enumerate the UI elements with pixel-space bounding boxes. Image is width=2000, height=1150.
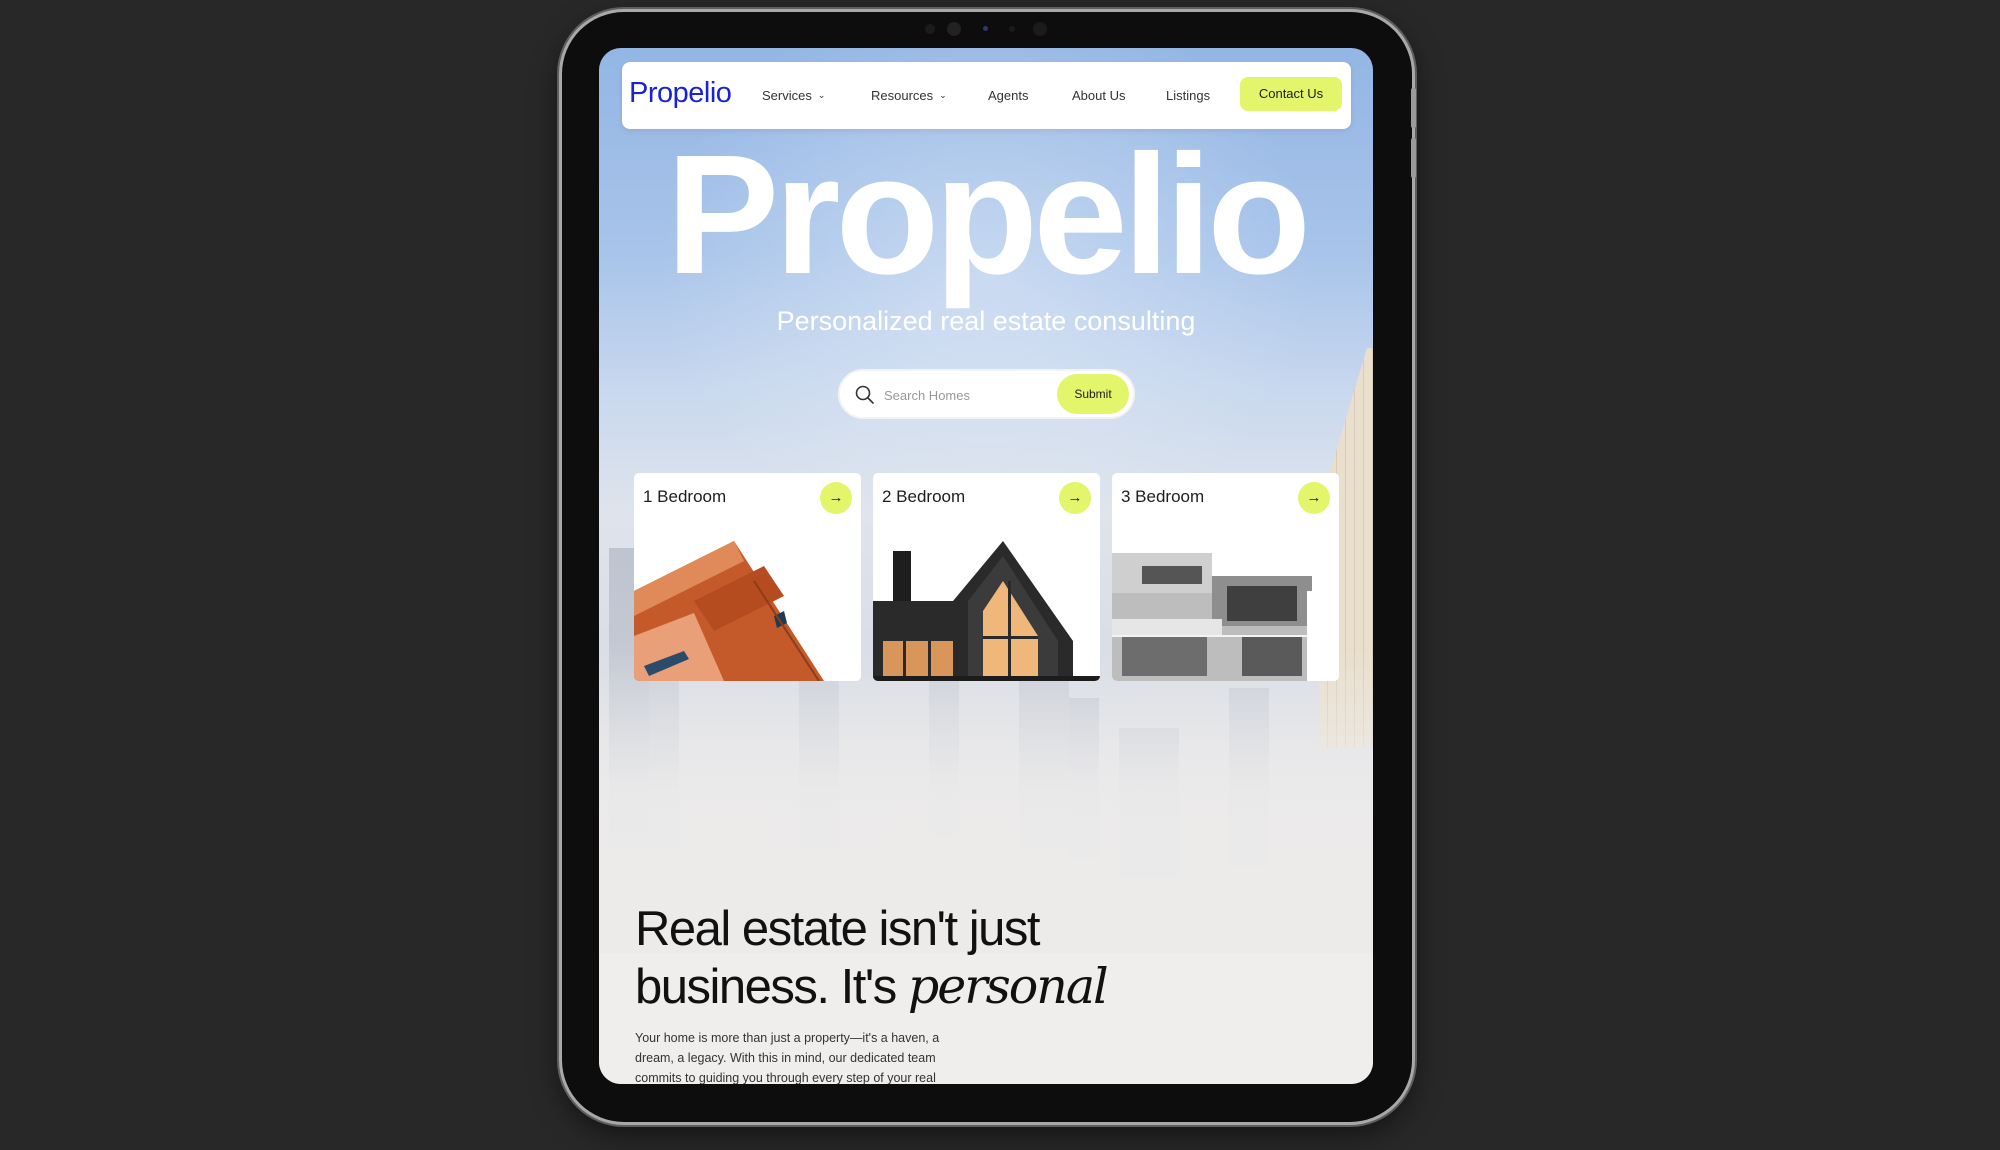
orange-building-image: [634, 541, 861, 681]
nav-item-label: Services: [762, 88, 812, 103]
heading-emphasis: personal: [907, 958, 1109, 1015]
arrow-right-icon[interactable]: →: [1059, 482, 1091, 514]
top-navbar: Propelio Services ⌄ Resources ⌄ Agents Abo…: [622, 62, 1351, 129]
heading-text: business. It's: [635, 960, 908, 1014]
camera-sensor: [1033, 22, 1047, 36]
nav-item-about-us[interactable]: About Us: [1072, 88, 1125, 103]
card-label: 2 Bedroom: [882, 487, 966, 506]
nav-item-label: Listings: [1166, 88, 1211, 103]
nav-item-label: Agents: [988, 88, 1029, 103]
search-icon: [855, 385, 874, 404]
cabin-house-image: [873, 541, 1100, 681]
section-heading: Real estate isn't just business. It's pe…: [635, 900, 1109, 1016]
heading-line-2: business. It's personal: [635, 958, 1109, 1016]
volume-button-bottom: [1411, 138, 1416, 178]
section-paragraph: Your home is more than just a property—i…: [635, 1031, 940, 1084]
nav-item-label: Resources: [871, 88, 934, 103]
volume-button-top: [1411, 88, 1416, 128]
camera-sensor: [925, 24, 935, 34]
search-bar: Submit: [838, 369, 1135, 419]
site-logo[interactable]: Propelio: [629, 77, 732, 110]
heading-line-1: Real estate isn't just: [635, 902, 1040, 956]
bedroom-card-3[interactable]: 3 Bedroom →: [1112, 473, 1339, 681]
chevron-down-icon: ⌄: [939, 90, 947, 100]
nav-item-listings[interactable]: Listings: [1166, 88, 1210, 103]
arrow-right-icon[interactable]: →: [820, 482, 852, 514]
modern-house-image: [1112, 541, 1339, 681]
browser-screen: Propelio Services ⌄ Resources ⌄ Agents Abo…: [599, 48, 1373, 1084]
nav-item-agents[interactable]: Agents: [988, 88, 1028, 103]
camera-sensor: [1009, 26, 1015, 32]
contact-us-button[interactable]: Contact Us: [1240, 77, 1342, 111]
submit-button[interactable]: Submit: [1057, 374, 1129, 414]
camera-indicator: [983, 26, 988, 31]
search-input[interactable]: [884, 383, 1044, 407]
bedroom-card-2[interactable]: 2 Bedroom →: [873, 473, 1100, 681]
arrow-right-icon[interactable]: →: [1298, 482, 1330, 514]
bedroom-card-1[interactable]: 1 Bedroom →: [634, 473, 861, 681]
chevron-down-icon: ⌄: [817, 90, 826, 100]
front-camera: [947, 22, 961, 36]
card-label: 3 Bedroom: [1121, 487, 1205, 506]
nav-item-resources[interactable]: Resources ⌄: [871, 88, 947, 103]
nav-item-services[interactable]: Services ⌄: [762, 88, 825, 103]
nav-item-label: About Us: [1072, 88, 1126, 103]
card-label: 1 Bedroom: [643, 487, 727, 506]
hero-subtitle: Personalized real estate consulting: [776, 306, 1196, 336]
camera-bar: [925, 22, 1047, 36]
hero-title: Propelio: [665, 120, 1311, 310]
